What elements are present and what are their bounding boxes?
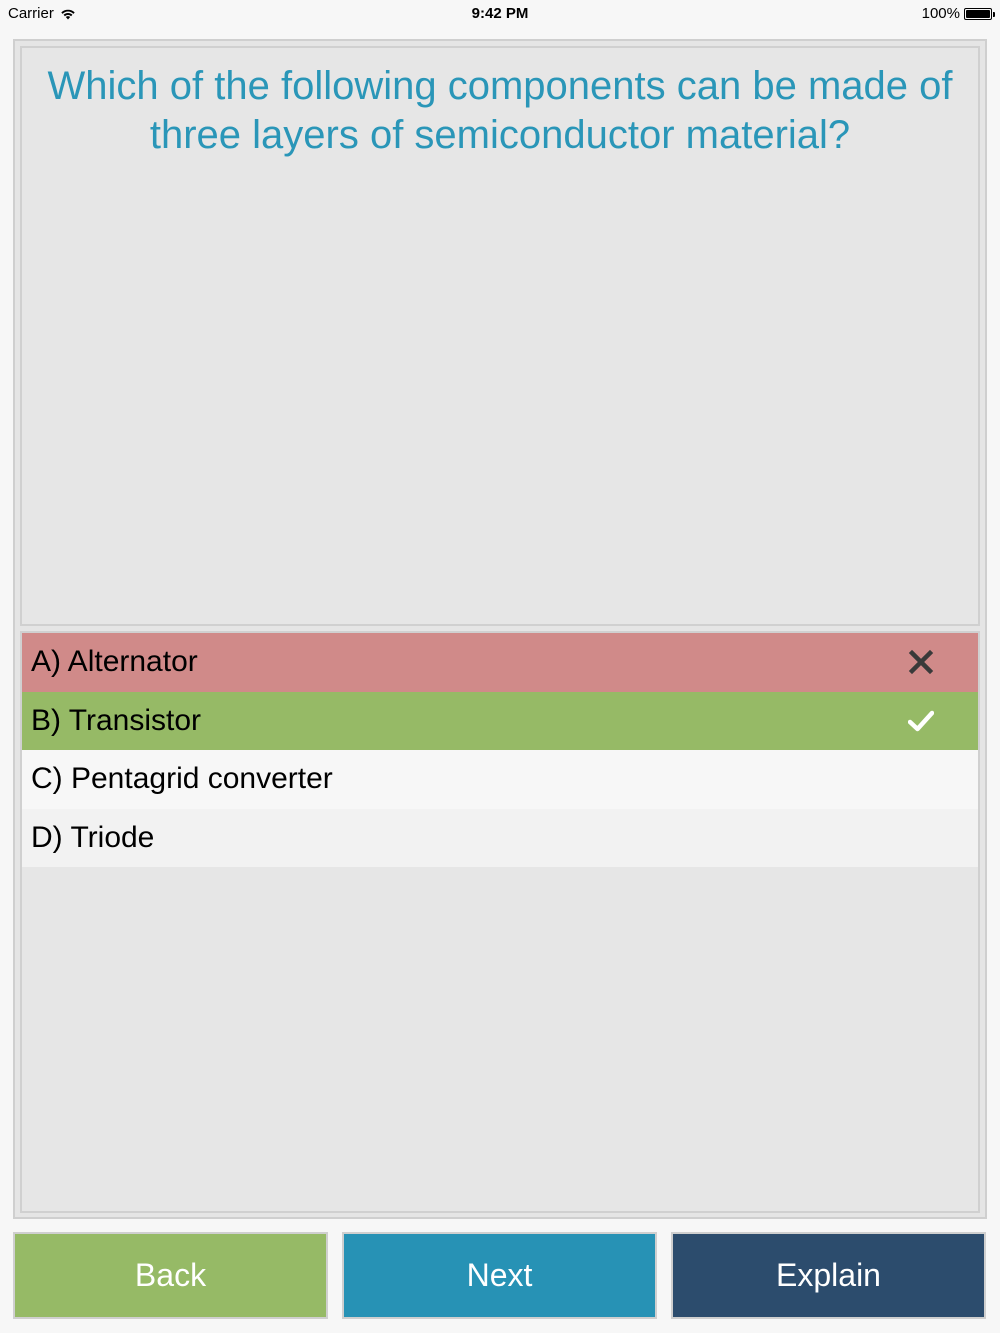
x-mark-icon: [908, 650, 934, 675]
answer-label: C) Pentagrid converter: [31, 762, 333, 796]
answer-label: D) Triode: [31, 820, 155, 854]
next-button[interactable]: Next: [342, 1232, 657, 1319]
question-text: Which of the following components can be…: [47, 64, 953, 157]
battery-indicator: 100%: [921, 5, 995, 22]
clock: 9:42 PM: [471, 5, 529, 22]
answer-list: A) Alternator B) Transistor C) Pentagrid…: [20, 631, 980, 1213]
answer-label: A) Alternator: [31, 645, 198, 679]
answer-option-b[interactable]: B) Transistor: [22, 691, 978, 750]
status-bar: Carrier 9:42 PM 100%: [0, 0, 1000, 28]
answer-option-d[interactable]: D) Triode: [22, 808, 978, 867]
battery-percent: 100%: [921, 5, 960, 22]
answer-option-c[interactable]: C) Pentagrid converter: [22, 750, 978, 809]
answer-label: B) Transistor: [31, 703, 202, 737]
question-box: Which of the following components can be…: [20, 46, 980, 626]
checkmark-icon: [908, 710, 934, 731]
explain-button[interactable]: Explain: [671, 1232, 986, 1319]
back-button[interactable]: Back: [13, 1232, 328, 1319]
quiz-panel: Which of the following components can be…: [13, 39, 987, 1219]
battery-icon: [964, 7, 995, 20]
answer-option-a[interactable]: A) Alternator: [22, 633, 978, 692]
